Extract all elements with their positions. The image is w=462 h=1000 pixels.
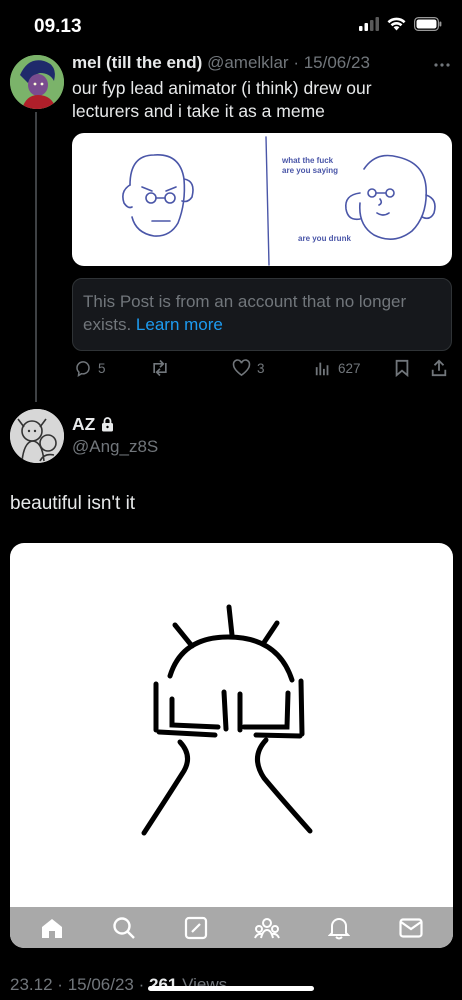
- bookmark-icon: [395, 359, 409, 377]
- avatar-illustration: [10, 409, 64, 463]
- signal-icon: [359, 17, 379, 31]
- bookmark-button[interactable]: [394, 359, 410, 377]
- unavailable-quote-notice: This Post is from an account that no lon…: [72, 278, 452, 351]
- footer-date: 15/06/23: [67, 975, 134, 994]
- share-icon: [431, 359, 447, 377]
- analytics-icon: [315, 362, 329, 376]
- view-count: 627: [338, 360, 361, 376]
- avatar[interactable]: [10, 409, 64, 463]
- home-icon: [41, 918, 62, 938]
- avatar-illustration: [10, 55, 64, 109]
- wifi-icon: [387, 17, 406, 31]
- reply-count: 5: [98, 360, 106, 376]
- unavailable-notice-text: This Post is from an account that no lon…: [83, 292, 407, 334]
- display-name[interactable]: mel (till the end): [72, 53, 202, 72]
- post-footer-meta: 23.12 · 15/06/23 · 261 Views: [10, 975, 227, 995]
- post-date[interactable]: 15/06/23: [304, 53, 370, 72]
- repost-icon: [153, 359, 167, 377]
- tab-home[interactable]: [38, 914, 66, 942]
- post-image[interactable]: [10, 543, 453, 948]
- more-options-icon[interactable]: [433, 62, 451, 68]
- avatar[interactable]: [10, 55, 64, 109]
- learn-more-link[interactable]: Learn more: [136, 315, 223, 334]
- footer-views-label: Views: [182, 975, 228, 994]
- battery-icon: [414, 17, 442, 31]
- tab-search[interactable]: [110, 914, 138, 942]
- tab-compose[interactable]: [182, 914, 210, 942]
- head-sketch: [141, 604, 313, 836]
- status-bar: 09.13: [0, 0, 462, 54]
- post-image[interactable]: what the fuck are you saying are you drun…: [72, 133, 452, 266]
- post-text: our fyp lead animator (i think) drew our…: [72, 78, 372, 121]
- status-time: 09.13: [34, 16, 82, 37]
- messages-icon: [399, 917, 423, 938]
- like-count: 3: [257, 360, 265, 376]
- display-name-text: AZ: [72, 414, 96, 434]
- heart-icon: [232, 359, 251, 377]
- footer-time: 23.12: [10, 975, 53, 994]
- compose-icon: [184, 916, 207, 939]
- handle[interactable]: @Ang_z8S: [72, 437, 158, 457]
- meta-separator: ·: [293, 53, 299, 72]
- footer-separator: ·: [138, 975, 145, 994]
- tab-notifications[interactable]: [325, 914, 353, 942]
- tab-communities[interactable]: [253, 914, 281, 942]
- post-text: beautiful isn't it: [10, 493, 136, 514]
- repost-button[interactable]: [150, 359, 176, 377]
- search-icon: [113, 916, 135, 939]
- like-button[interactable]: 3: [232, 359, 265, 377]
- lecturer-sketch: what the fuck are you saying are you drun…: [122, 136, 436, 266]
- communities-icon: [254, 917, 281, 938]
- handle[interactable]: @amelklar: [207, 53, 289, 72]
- share-button[interactable]: [430, 359, 448, 377]
- thread-connector-line: [35, 112, 37, 402]
- bottom-tab-bar: [10, 907, 453, 948]
- footer-views-count[interactable]: 261: [149, 975, 177, 994]
- caption-top: what the fuck are you saying: [281, 156, 338, 175]
- caption-bottom: are you drunk: [298, 234, 351, 243]
- home-indicator[interactable]: [148, 986, 314, 991]
- footer-separator: ·: [57, 975, 63, 994]
- status-icons: [359, 17, 442, 31]
- reply-button[interactable]: 5: [74, 359, 106, 377]
- action-bar: 5 3 627: [72, 359, 452, 383]
- reply-icon: [76, 361, 90, 377]
- views-button[interactable]: 627: [314, 359, 361, 377]
- tab-messages[interactable]: [397, 914, 425, 942]
- lock-icon: [102, 417, 114, 432]
- post-header: mel (till the end) @amelklar · 15/06/23: [72, 53, 370, 73]
- notifications-icon: [328, 917, 351, 939]
- display-name[interactable]: AZ: [72, 414, 114, 435]
